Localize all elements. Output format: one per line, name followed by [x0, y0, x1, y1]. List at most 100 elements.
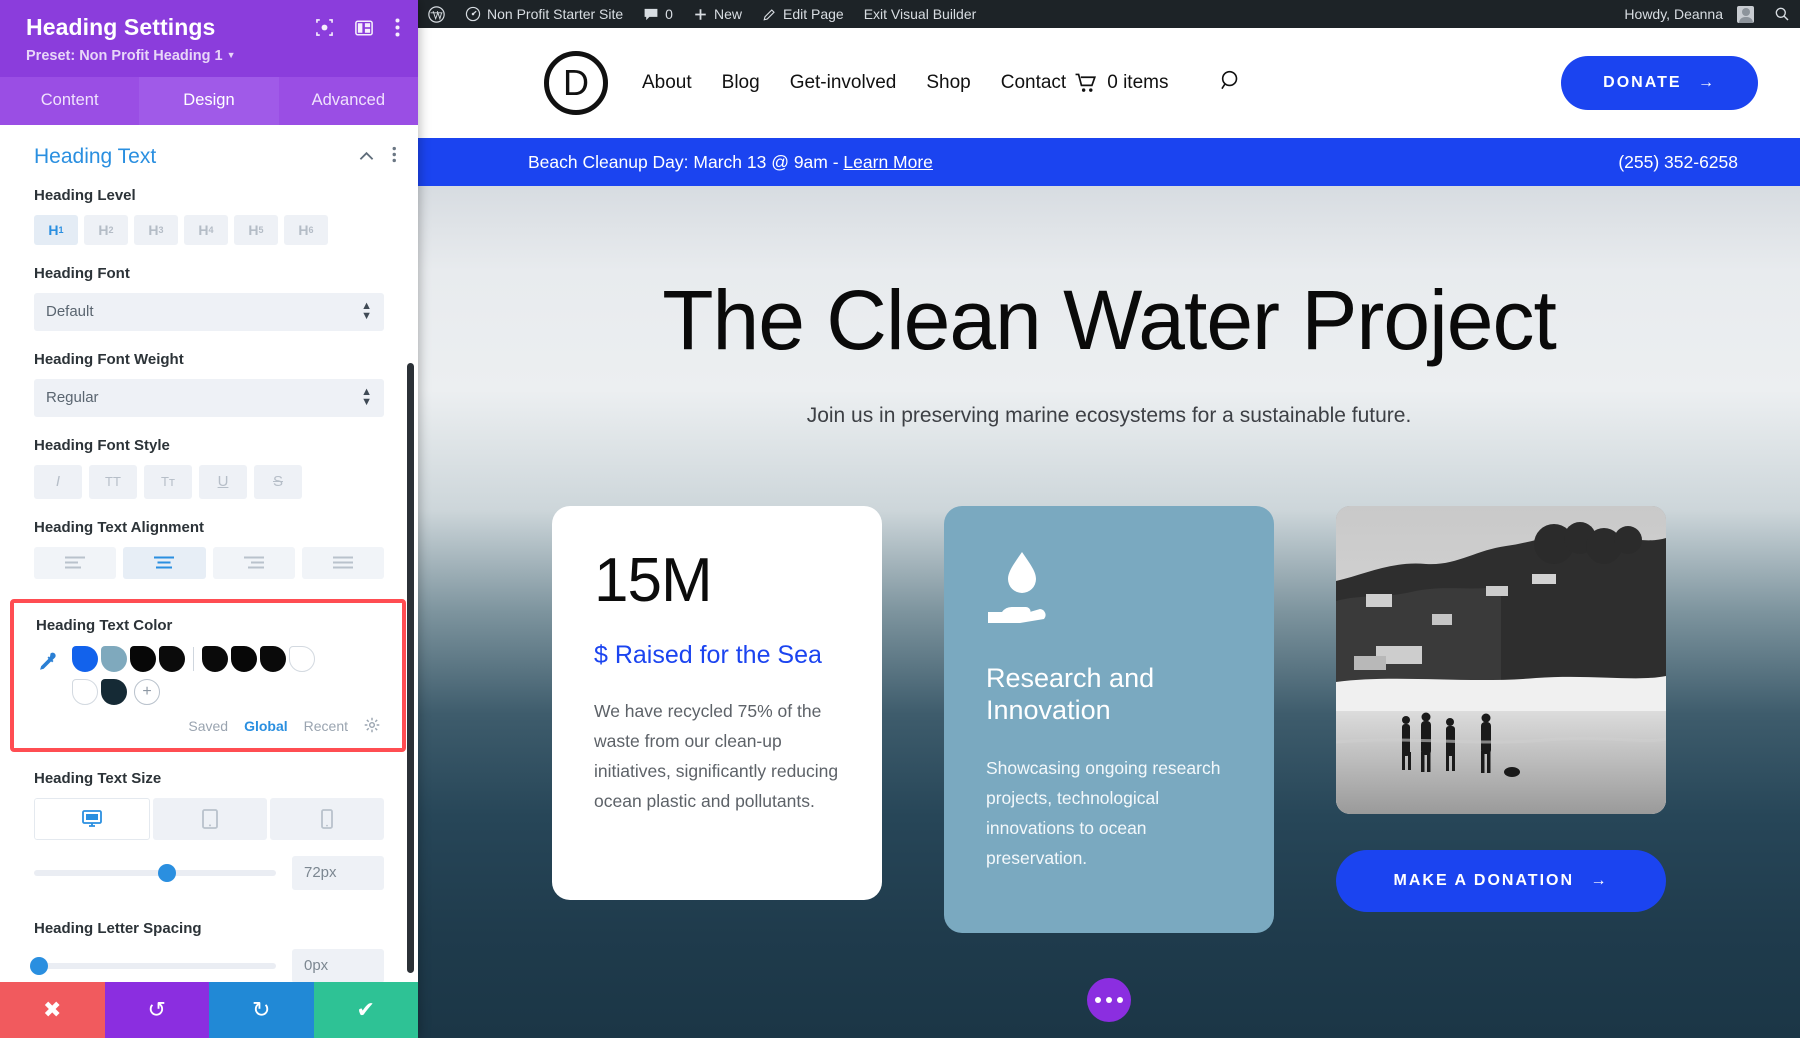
color-swatch-8[interactable] — [289, 646, 315, 672]
feature-card: Research and Innovation Showcasing ongoi… — [944, 506, 1274, 933]
heading-letter-spacing-label: Heading Letter Spacing — [34, 920, 384, 937]
pencil-icon — [762, 7, 777, 22]
undo-button[interactable]: ↺ — [105, 982, 210, 1038]
heading-text-alignment-label: Heading Text Alignment — [34, 519, 384, 536]
h1-sub: 1 — [59, 225, 64, 235]
color-tab-saved[interactable]: Saved — [188, 718, 228, 734]
heading-text-size-value[interactable]: 72px — [292, 856, 384, 890]
heading-letter-spacing-value[interactable]: 0px — [292, 949, 384, 982]
align-justify-button[interactable] — [302, 547, 384, 579]
heading-font-select[interactable]: Default ▲▼ — [34, 293, 384, 331]
cancel-button[interactable]: ✖ — [0, 982, 105, 1038]
announcement-text: Beach Cleanup Day: March 13 @ 9am - — [528, 152, 843, 172]
section-heading-text[interactable]: Heading Text — [0, 125, 418, 187]
nav-item-about[interactable]: About — [642, 72, 692, 94]
exit-visual-builder-button[interactable]: Exit Visual Builder — [854, 0, 987, 28]
color-swatch-4[interactable] — [159, 646, 185, 672]
panel-scrollbar-track[interactable] — [409, 183, 416, 982]
announcement-link[interactable]: Learn More — [843, 152, 933, 172]
save-button[interactable]: ✔ — [314, 982, 419, 1038]
chevron-up-icon[interactable] — [359, 148, 374, 166]
stat-number: 15M — [594, 550, 842, 612]
new-content-menu[interactable]: New — [683, 0, 752, 28]
nav-item-shop[interactable]: Shop — [926, 72, 970, 94]
admin-search-button[interactable] — [1764, 0, 1800, 28]
gear-icon[interactable] — [364, 717, 380, 736]
color-tab-global[interactable]: Global — [244, 718, 288, 734]
color-swatch-7[interactable] — [260, 646, 286, 672]
heading-letter-spacing-slider-knob[interactable] — [30, 957, 48, 975]
panel-scrollbar-thumb[interactable] — [407, 363, 414, 973]
dot-2 — [1106, 997, 1112, 1003]
align-center-button[interactable] — [123, 547, 205, 579]
heading-letter-spacing-slider[interactable] — [34, 963, 276, 969]
tablet-icon — [202, 809, 218, 829]
color-swatch-2[interactable] — [101, 646, 127, 672]
heading-level-h2[interactable]: H2 — [84, 215, 128, 245]
color-swatch-1[interactable] — [72, 646, 98, 672]
color-swatch-10[interactable] — [101, 679, 127, 705]
howdy-menu[interactable]: Howdy, Deanna — [1614, 0, 1764, 28]
photo-card: MAKE A DONATION → — [1336, 506, 1666, 933]
font-style-strikethrough-button[interactable]: S — [254, 465, 302, 499]
plus-icon — [693, 7, 708, 22]
heading-text-size-slider[interactable] — [34, 870, 276, 876]
edit-page-menu[interactable]: Edit Page — [752, 0, 854, 28]
device-desktop-button[interactable] — [34, 798, 150, 840]
announcement-text-wrap: Beach Cleanup Day: March 13 @ 9am - Lear… — [528, 152, 933, 173]
heading-level-h3[interactable]: H3 — [134, 215, 178, 245]
color-swatch-6[interactable] — [231, 646, 257, 672]
search-icon — [1774, 6, 1790, 22]
align-center-icon — [153, 556, 175, 569]
more-vertical-icon[interactable] — [392, 146, 397, 168]
dashboard-icon — [465, 6, 481, 22]
font-style-underline-button[interactable]: U — [199, 465, 247, 499]
site-search-button[interactable] — [1220, 69, 1243, 97]
color-swatch-3[interactable] — [130, 646, 156, 672]
panel-preset-selector[interactable]: Preset: Non Profit Heading 1▼ — [26, 48, 398, 64]
add-color-button[interactable]: + — [134, 679, 160, 705]
color-swatch-9[interactable] — [72, 679, 98, 705]
heading-font-label: Heading Font — [34, 265, 384, 282]
nav-item-contact-cart[interactable]: Contact 0 items — [1001, 72, 1169, 94]
font-style-smallcaps-button[interactable]: Tᴛ — [144, 465, 192, 499]
cart-item-count: 0 items — [1107, 72, 1168, 94]
font-style-italic-button[interactable]: I — [34, 465, 82, 499]
color-swatch-5[interactable] — [202, 646, 228, 672]
exit-visual-builder-label: Exit Visual Builder — [864, 6, 977, 22]
nav-item-blog[interactable]: Blog — [722, 72, 760, 94]
site-name-menu[interactable]: Non Profit Starter Site — [455, 0, 633, 28]
comments-menu[interactable]: 0 — [633, 0, 683, 28]
heading-level-h1[interactable]: H1 — [34, 215, 78, 245]
make-a-donation-button[interactable]: MAKE A DONATION → — [1336, 850, 1666, 912]
wp-logo-menu[interactable] — [418, 0, 455, 28]
more-vertical-icon[interactable] — [395, 18, 400, 42]
site-logo[interactable]: D — [544, 51, 608, 115]
heading-level-h6[interactable]: H6 — [284, 215, 328, 245]
align-left-button[interactable] — [34, 547, 116, 579]
cart-icon — [1075, 73, 1098, 93]
heading-level-h4[interactable]: H4 — [184, 215, 228, 245]
donate-button[interactable]: DONATE → — [1561, 56, 1758, 110]
device-phone-button[interactable] — [270, 798, 384, 840]
tab-content[interactable]: Content — [0, 77, 139, 125]
heading-font-weight-select[interactable]: Regular ▲▼ — [34, 379, 384, 417]
layout-icon[interactable] — [355, 20, 373, 41]
heading-text-size-slider-knob[interactable] — [158, 864, 176, 882]
eyedropper-icon[interactable] — [36, 651, 58, 678]
smallcaps-icon: Tᴛ — [161, 474, 175, 489]
heading-level-h5[interactable]: H5 — [234, 215, 278, 245]
device-tablet-button[interactable] — [153, 798, 267, 840]
tab-advanced[interactable]: Advanced — [279, 77, 418, 125]
color-tab-recent[interactable]: Recent — [304, 718, 348, 734]
more-options-button[interactable] — [1087, 978, 1131, 1022]
feature-title: Research and Innovation — [986, 663, 1234, 727]
tab-design[interactable]: Design — [139, 77, 278, 125]
wp-admin-bar: Non Profit Starter Site 0 New Edit Page … — [418, 0, 1800, 28]
redo-button[interactable]: ↻ — [209, 982, 314, 1038]
announcement-phone[interactable]: (255) 352-6258 — [1618, 152, 1738, 173]
align-right-button[interactable] — [213, 547, 295, 579]
font-style-uppercase-button[interactable]: TT — [89, 465, 137, 499]
nav-item-get-involved[interactable]: Get-involved — [790, 72, 897, 94]
target-icon[interactable] — [316, 19, 333, 41]
